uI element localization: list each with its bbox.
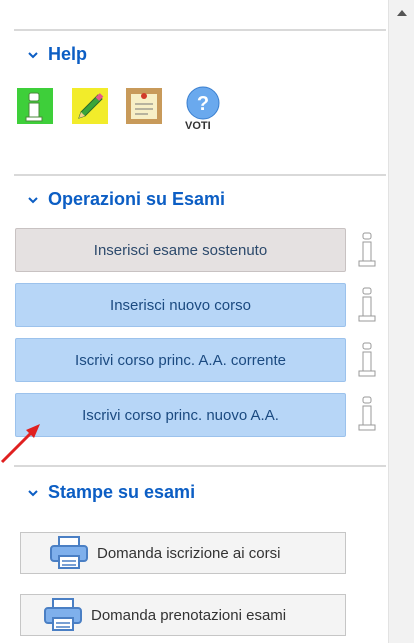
divider: [14, 174, 386, 176]
help-section-header[interactable]: Help: [28, 44, 87, 65]
left-panel: Help ? VOTI Operazioni su Esami Inserisc…: [0, 0, 388, 643]
printer-icon: [44, 598, 82, 631]
inserisci-nuovo-corso-button[interactable]: Inserisci nuovo corso: [15, 283, 346, 327]
info-icon[interactable]: [357, 232, 377, 268]
operazioni-section-header[interactable]: Operazioni su Esami: [28, 189, 225, 210]
divider: [14, 29, 386, 31]
scroll-up-icon[interactable]: [397, 10, 407, 16]
chevron-down-icon: [28, 196, 38, 203]
divider: [14, 465, 386, 467]
help-title: Help: [48, 44, 88, 64]
chevron-down-icon: [28, 51, 38, 58]
inserisci-esame-sostenuto-button[interactable]: Inserisci esame sostenuto: [15, 228, 346, 272]
operazioni-title: Operazioni su Esami: [48, 189, 226, 209]
domanda-iscrizione-corsi-button[interactable]: Domanda iscrizione ai corsi: [20, 532, 346, 574]
info-icon[interactable]: [357, 342, 377, 378]
scrollbar[interactable]: [388, 0, 414, 643]
note-icon[interactable]: [126, 88, 162, 124]
domanda-prenotazioni-label: Domanda prenotazioni esami: [91, 606, 287, 624]
iscrivi-corso-corrente-button[interactable]: Iscrivi corso princ. A.A. corrente: [15, 338, 346, 382]
svg-text:?: ?: [197, 93, 209, 115]
info-icon[interactable]: [357, 287, 377, 323]
info-icon[interactable]: [17, 88, 53, 124]
domanda-iscrizione-label: Domanda iscrizione ai corsi: [97, 544, 281, 562]
stampe-section-header[interactable]: Stampe su esami: [28, 482, 195, 503]
question-icon[interactable]: ?: [186, 86, 220, 120]
voti-label[interactable]: VOTI: [185, 120, 211, 132]
red-arrow-icon: [0, 424, 40, 464]
iscrivi-corso-nuovo-aa-button[interactable]: Iscrivi corso princ. nuovo A.A.: [15, 393, 346, 437]
printer-icon: [50, 536, 88, 569]
stampe-title: Stampe su esami: [48, 482, 196, 502]
domanda-prenotazioni-esami-button[interactable]: Domanda prenotazioni esami: [20, 594, 346, 636]
pencil-icon[interactable]: [72, 88, 108, 124]
info-icon[interactable]: [357, 396, 377, 432]
chevron-down-icon: [28, 489, 38, 496]
